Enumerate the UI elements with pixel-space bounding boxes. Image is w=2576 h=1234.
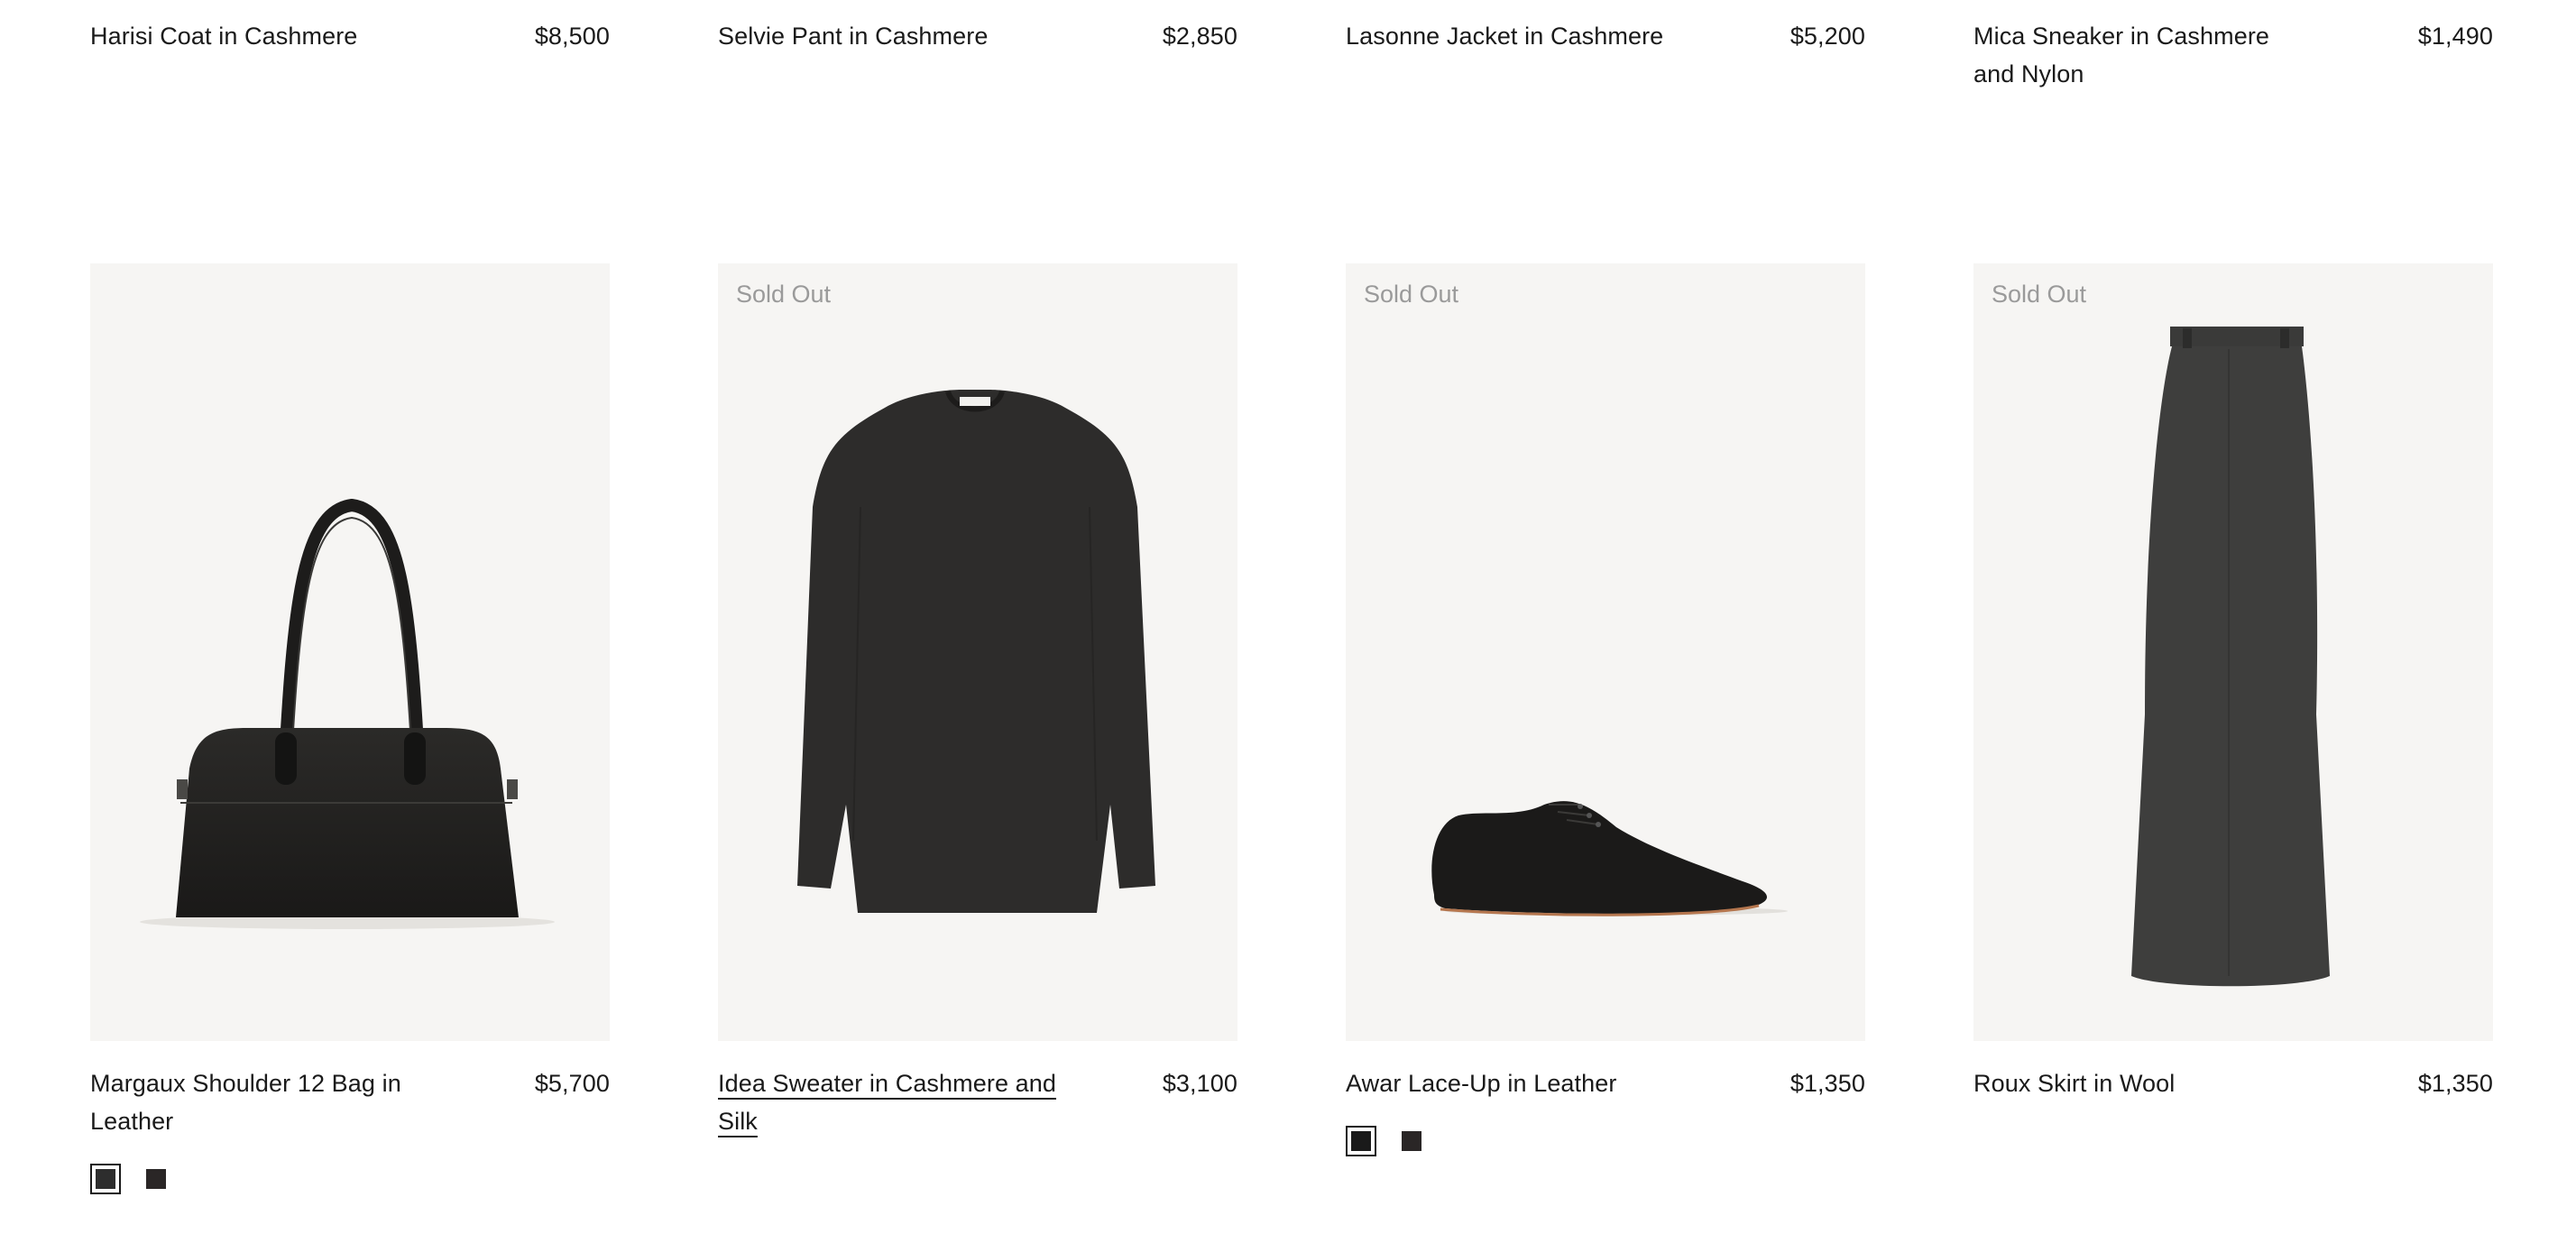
product-card[interactable]: Margaux Shoulder 12 Bag in Leather $5,70…: [90, 263, 610, 1194]
product-name[interactable]: Lasonne Jacket in Cashmere: [1346, 17, 1663, 55]
product-name[interactable]: Roux Skirt in Wool: [1973, 1064, 2175, 1102]
color-swatches: [90, 1164, 610, 1194]
product-info[interactable]: Margaux Shoulder 12 Bag in Leather $5,70…: [90, 1064, 610, 1140]
product-card[interactable]: Sold Out Roux Skirt in Wool $1,350: [1973, 263, 2493, 1194]
sold-out-badge: Sold Out: [736, 281, 832, 308]
product-price: $3,100: [1162, 1070, 1237, 1097]
product-grid-row: Margaux Shoulder 12 Bag in Leather $5,70…: [90, 263, 2493, 1194]
product-info[interactable]: Mica Sneaker in Cashmere and Nylon $1,49…: [1973, 0, 2493, 93]
swatch-chip: [1402, 1131, 1421, 1151]
handbag-image: [140, 498, 555, 929]
product-info[interactable]: Lasonne Jacket in Cashmere $5,200: [1346, 0, 1865, 93]
product-row-previous: Harisi Coat in Cashmere $8,500 Selvie Pa…: [90, 0, 2493, 93]
swatch-chip: [146, 1169, 166, 1189]
product-name[interactable]: Selvie Pant in Cashmere: [718, 17, 988, 55]
color-swatch-selected[interactable]: [1346, 1126, 1376, 1156]
color-swatch-selected[interactable]: [90, 1164, 121, 1194]
product-price: $1,350: [2417, 1070, 2493, 1097]
product-name[interactable]: Awar Lace-Up in Leather: [1346, 1064, 1616, 1102]
product-name[interactable]: Margaux Shoulder 12 Bag in Leather: [90, 1064, 433, 1140]
product-card[interactable]: Sold Out Idea Sweater in Cashmere and Si…: [718, 263, 1237, 1194]
sold-out-badge: Sold Out: [1364, 281, 1459, 308]
shoe-image: [1431, 801, 1788, 916]
color-swatch[interactable]: [1396, 1126, 1427, 1156]
product-info[interactable]: Harisi Coat in Cashmere $8,500: [90, 0, 610, 93]
product-price: $1,490: [2417, 23, 2493, 50]
skirt-image: [2131, 327, 2330, 987]
sweater-image: [797, 390, 1155, 913]
product-price: $2,850: [1162, 23, 1237, 50]
product-image[interactable]: Sold Out: [718, 263, 1237, 1041]
product-image[interactable]: Sold Out: [1973, 263, 2493, 1041]
product-name[interactable]: Idea Sweater in Cashmere and Silk: [718, 1064, 1061, 1140]
product-price: $5,700: [534, 1070, 610, 1097]
swatch-chip: [96, 1169, 115, 1189]
color-swatch[interactable]: [141, 1164, 171, 1194]
sold-out-badge: Sold Out: [1992, 281, 2087, 308]
swatch-chip: [1351, 1131, 1371, 1151]
product-name[interactable]: Harisi Coat in Cashmere: [90, 17, 357, 55]
product-info[interactable]: Idea Sweater in Cashmere and Silk $3,100: [718, 1064, 1237, 1140]
product-price: $8,500: [534, 23, 610, 50]
product-name[interactable]: Mica Sneaker in Cashmere and Nylon: [1973, 17, 2316, 93]
product-info[interactable]: Selvie Pant in Cashmere $2,850: [718, 0, 1237, 93]
color-swatches: [1346, 1126, 1865, 1156]
product-card[interactable]: Sold Out Awar Lace-Up in Leather $1,350: [1346, 263, 1865, 1194]
product-image[interactable]: [90, 263, 610, 1041]
product-price: $1,350: [1789, 1070, 1865, 1097]
product-info[interactable]: Roux Skirt in Wool $1,350: [1973, 1064, 2493, 1102]
product-info[interactable]: Awar Lace-Up in Leather $1,350: [1346, 1064, 1865, 1102]
product-price: $5,200: [1789, 23, 1865, 50]
product-image[interactable]: Sold Out: [1346, 263, 1865, 1041]
